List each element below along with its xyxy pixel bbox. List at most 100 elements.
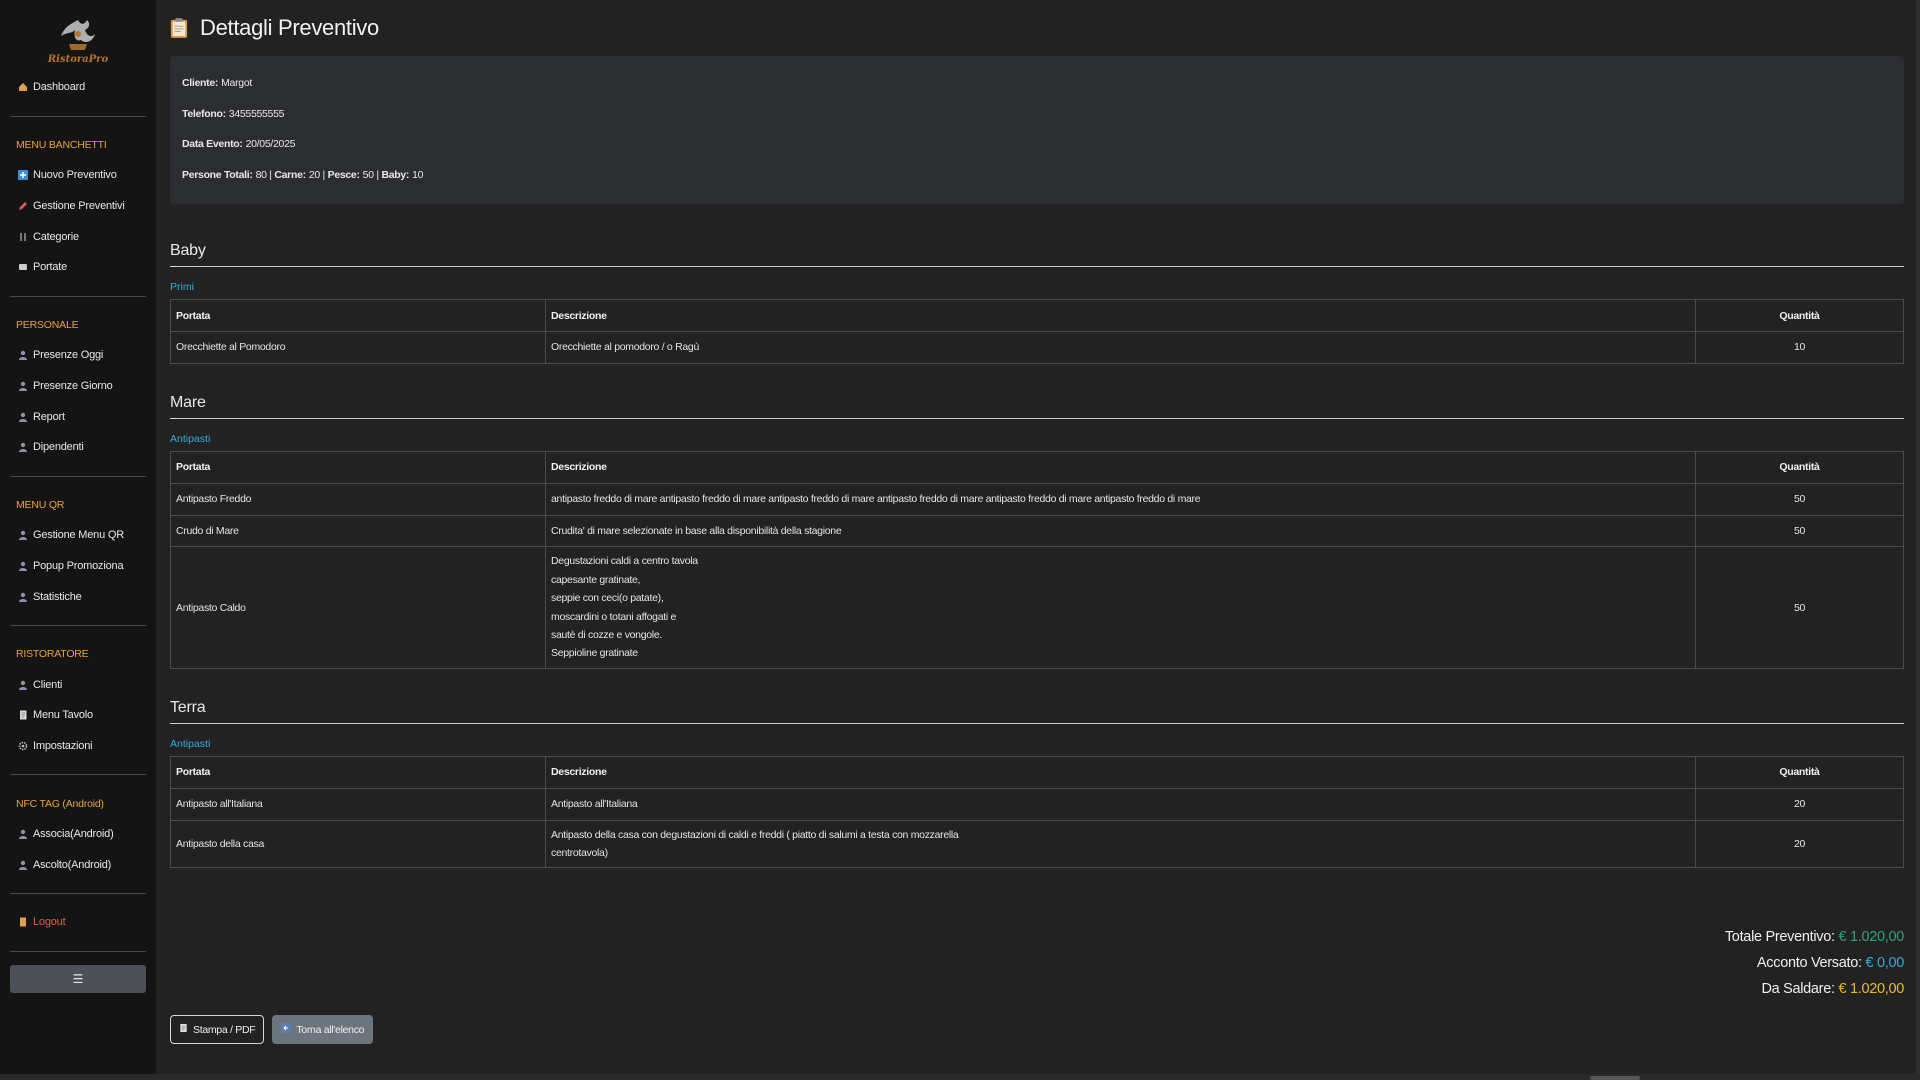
- utensils-icon: [16, 232, 30, 242]
- user-icon: [16, 829, 30, 840]
- description-line: Orecchiette al pomodoro / o Ragù: [551, 341, 699, 354]
- sidebar-item-popup-promoziona[interactable]: Popup Promoziona: [10, 551, 146, 582]
- sidebar-item-label: Menu Tavolo: [33, 709, 93, 722]
- scrollbar-thumb[interactable]: [1590, 1076, 1640, 1080]
- document-icon: [16, 710, 30, 720]
- sidebar-divider: [10, 475, 146, 477]
- sidebar-item-menu-tavolo[interactable]: Menu Tavolo: [10, 700, 146, 731]
- page-title-text: Dettagli Preventivo: [200, 15, 379, 40]
- sidebar-divider: [10, 295, 146, 297]
- table-row: Antipasto della casa Antipasto della casa…: [170, 819, 1904, 869]
- section-title-menu-banchetti: MENU BANCHETTI: [16, 138, 107, 151]
- cell-quantita: 50: [1695, 546, 1904, 669]
- user-icon: [16, 350, 30, 361]
- cell-descrizione: Antipasto all'Italiana: [545, 787, 1696, 821]
- sidebar-item-dashboard[interactable]: Dashboard: [10, 72, 146, 103]
- user-icon: [16, 442, 30, 453]
- sidebar-item-label: Popup Promoziona: [33, 560, 124, 573]
- sidebar-item-impostazioni[interactable]: Impostazioni: [10, 731, 146, 762]
- gear-icon: [16, 741, 30, 751]
- sidebar-item-label: Statistiche: [33, 590, 82, 603]
- cell-descrizione: Crudita' di mare selezionate in base all…: [545, 514, 1696, 548]
- cell-portata: Antipasto Caldo: [170, 546, 546, 669]
- info-value: 10: [412, 169, 424, 182]
- column-header-quantita: Quantità: [1695, 450, 1904, 484]
- dishes-table: Portata Descrizione Quantità Antipasto Fred…: [170, 450, 1904, 669]
- horizontal-scrollbar[interactable]: [0, 1074, 1920, 1080]
- cell-descrizione: antipasto freddo di mare antipasto fredd…: [545, 482, 1696, 516]
- brand-logo[interactable]: RistoraPro: [10, 8, 146, 72]
- totals-value: € 0,00: [1865, 955, 1904, 971]
- cell-quantita: 20: [1695, 787, 1904, 821]
- sidebar-item-categorie[interactable]: Categorie: [10, 221, 146, 252]
- group-title: Mare: [170, 394, 1904, 419]
- category-title: Primi: [170, 281, 194, 293]
- description-line: capesante gratinate,: [551, 573, 641, 586]
- cell-quantita: 10: [1695, 331, 1904, 364]
- sidebar-item-gestione-menu-qr[interactable]: Gestione Menu QR: [10, 520, 146, 551]
- column-header-descrizione: Descrizione: [545, 450, 1696, 484]
- info-value: 3455555555: [228, 107, 285, 120]
- cell-quantita: 50: [1695, 514, 1904, 548]
- sidebar-item-label: Portate: [33, 261, 68, 274]
- sidebar-item-presenze-giorno[interactable]: Presenze Giorno: [10, 371, 146, 402]
- sidebar-item-statistiche[interactable]: Statistiche: [10, 581, 146, 612]
- totals-label: Totale Preventivo:: [1724, 929, 1835, 945]
- main-content: Dettagli Preventivo Cliente: Margot Tele…: [156, 0, 1920, 1080]
- clipboard-icon: [170, 17, 192, 39]
- cell-descrizione: Antipasto della casa con degustazioni di…: [545, 819, 1696, 869]
- sidebar-item-presenze-oggi[interactable]: Presenze Oggi: [10, 340, 146, 371]
- sidebar-item-clienti[interactable]: Clienti: [10, 670, 146, 701]
- column-header-quantita: Quantità: [1695, 755, 1904, 789]
- sidebar-item-portate[interactable]: Portate: [10, 252, 146, 283]
- user-icon: [16, 381, 30, 392]
- info-value: 50: [362, 169, 374, 182]
- totale-preventivo: Totale Preventivo: € 1.020,00: [1725, 924, 1904, 950]
- info-value: 20: [308, 169, 320, 182]
- sidebar-item-associa-android[interactable]: Associa(Android): [10, 819, 146, 850]
- cell-descrizione: Orecchiette al pomodoro / o Ragù: [545, 331, 1696, 364]
- column-header-descrizione: Descrizione: [545, 299, 1696, 332]
- button-label: Torna all'elenco: [296, 1023, 365, 1036]
- sidebar-item-dipendenti[interactable]: Dipendenti: [10, 432, 146, 463]
- group-title: Baby: [170, 242, 1904, 267]
- sidebar-item-label: Presenze Giorno: [33, 380, 113, 393]
- menu-groups: Baby Primi Portata Descrizione Quantità Orecc…: [170, 242, 1904, 869]
- print-pdf-button[interactable]: Stampa / PDF: [170, 1015, 265, 1044]
- da-saldare: Da Saldare: € 1.020,00: [1725, 976, 1904, 1002]
- sidebar-item-ascolto-android[interactable]: Ascolto(Android): [10, 849, 146, 880]
- sidebar-item-report[interactable]: Report: [10, 401, 146, 432]
- info-value: Margot: [221, 77, 252, 90]
- sidebar-toggle-button[interactable]: ☰: [10, 964, 146, 993]
- sidebar-item-label: Associa(Android): [33, 828, 114, 841]
- info-separator: |: [269, 169, 272, 182]
- vertical-scrollbar[interactable]: [1916, 0, 1920, 1080]
- arrow-left-icon: [281, 1023, 292, 1036]
- sidebar-item-label: Dashboard: [33, 81, 86, 94]
- sidebar-item-nuovo-preventivo[interactable]: Nuovo Preventivo: [10, 160, 146, 191]
- sidebar: RistoraPro Dashboard MENU BANCHETTI Nuov…: [0, 0, 156, 1080]
- info-label: Cliente:: [182, 77, 219, 90]
- cell-quantita: 20: [1695, 819, 1904, 869]
- logo-icon: [61, 19, 95, 50]
- info-value: 20/05/2025: [245, 138, 296, 151]
- sidebar-item-label: Gestione Menu QR: [33, 529, 124, 542]
- dishes-table: Portata Descrizione Quantità Antipasto all'…: [170, 755, 1904, 869]
- section-title-ristoratore: RISTORATORE: [16, 648, 89, 661]
- cell-portata: Crudo di Mare: [170, 514, 546, 548]
- sidebar-item-logout[interactable]: Logout: [10, 907, 146, 938]
- home-icon: [16, 82, 30, 92]
- description-line: Seppioline gratinate: [551, 647, 638, 660]
- sidebar-item-label: Gestione Preventivi: [33, 200, 125, 213]
- back-to-list-button[interactable]: Torna all'elenco: [272, 1015, 374, 1044]
- info-persone: Persone Totali: 80 | Carne: 20 | Pesce: …: [182, 160, 1892, 191]
- table-row: Antipasto all'Italiana Antipasto all'Ital…: [170, 787, 1904, 821]
- group-title: Terra: [170, 699, 1904, 724]
- client-info-box: Cliente: Margot Telefono: 3455555555 Dat…: [170, 56, 1904, 204]
- cell-portata: Antipasto all'Italiana: [170, 787, 546, 821]
- sidebar-divider: [10, 624, 146, 626]
- sidebar-item-label: Dipendenti: [33, 441, 84, 454]
- description-line: Degustazioni caldi a centro tavola: [551, 555, 698, 568]
- totals-value: € 1.020,00: [1838, 981, 1904, 997]
- sidebar-item-gestione-preventivi[interactable]: Gestione Preventivi: [10, 191, 146, 222]
